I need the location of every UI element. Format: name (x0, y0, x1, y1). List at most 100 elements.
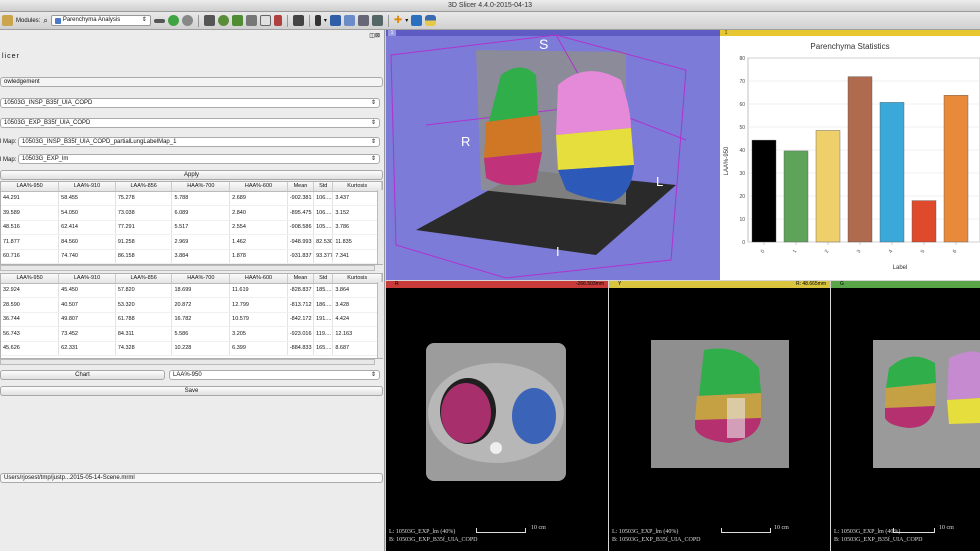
search-icon[interactable]: ⌕ (43, 16, 47, 26)
3d-view[interactable]: 1 S R L I (386, 30, 720, 280)
history-icon[interactable] (153, 18, 165, 23)
slice-offset-yellow: R: 48.665mm (795, 281, 826, 287)
dicom-icon[interactable] (217, 15, 229, 26)
scene-path-field[interactable]: Users/rjosest/tmp/justp...2015-05-14-Sce… (0, 473, 383, 483)
home-icon[interactable] (2, 15, 13, 26)
slice-view-green[interactable]: G L: 10503G_EXP_lm (40%) B: 10503G_EXP_B… (831, 281, 980, 551)
column-header[interactable]: HAA%-600 (229, 274, 288, 284)
table-row[interactable]: 71.877 84.560 91.258 2.969 1.462 -948.993 82.5… (1, 234, 382, 250)
table-cell: -828.837 (287, 283, 315, 298)
table-row[interactable]: 44.291 58.455 75.278 5.788 2.689 -902.381 106.… (1, 191, 382, 206)
column-header[interactable]: LAA%-950 (1, 274, 60, 284)
table-row[interactable]: 45.626 62.331 74.328 10.228 6.399 -884.833 165… (1, 341, 382, 356)
slice-view-yellow[interactable]: Y R: 48.665mm L: 10503G_EXP_lm (40%) B: … (609, 281, 830, 551)
editor-icon[interactable] (259, 15, 271, 26)
stats-table-expiration[interactable]: LAA%-950 LAA%-910 LAA%-856 HAA%-700 HAA%… (0, 273, 383, 359)
chart-view[interactable]: 1 Parenchyma Statistics Label LAA%-950 0… (720, 30, 980, 280)
table-2-vertical-scrollbar[interactable] (377, 282, 384, 358)
layout-icon[interactable] (292, 15, 304, 26)
table-row[interactable]: 36.744 49.807 61.788 16.782 10.579 -842.172 19… (1, 312, 382, 327)
table-row[interactable]: 28.590 40.507 53.320 20.872 12.799 -813.712 18… (1, 297, 382, 313)
column-header[interactable]: Mean (287, 182, 315, 192)
python-icon[interactable] (425, 15, 437, 26)
x-tick-label: 1 (792, 249, 799, 255)
dropdown-arrow-icon[interactable]: ▾ (405, 17, 408, 24)
x-tick-label: 4 (888, 249, 895, 255)
fiducial-icon[interactable]: ✚ (394, 15, 402, 26)
table-cell: 45.450 (58, 283, 116, 298)
x-tick-label: 2 (824, 249, 831, 255)
crosshair-icon[interactable] (314, 15, 321, 26)
stats-table-inspiration[interactable]: LAA%-950 LAA%-910 LAA%-856 HAA%-700 HAA%… (0, 181, 383, 265)
labelmap-1-select[interactable]: 10503G_INSP_B35f_UIA_COPD_partialLungLab… (18, 137, 380, 147)
python-console-icon[interactable] (329, 15, 341, 26)
forward-arrow-icon[interactable] (181, 15, 193, 26)
chevron-updown-icon: ⇕ (370, 139, 376, 145)
acknowledgement-section[interactable]: owledgement (0, 77, 383, 87)
input-volume-2-select[interactable]: 10503G_EXP_B35f_UIA_COPD ⇕ (0, 118, 380, 128)
table-row[interactable]: 39.589 54.050 73.038 6.089 2.840 -895.475 106.… (1, 205, 382, 221)
chart-metric-select[interactable]: LAA%-950 ⇕ (169, 370, 380, 380)
table-row[interactable]: 60.716 74.740 86.158 3.884 1.878 -931.837 93.3… (1, 249, 382, 264)
table-1-horizontal-scrollbar[interactable] (0, 265, 375, 271)
column-header[interactable]: LAA%-950 (1, 182, 60, 192)
panel-dock-icon[interactable]: ◫⊠ (369, 32, 380, 39)
sagittal-ct-image (651, 340, 789, 468)
table-row[interactable]: 48.516 62.414 77.291 5.517 2.554 -908.586 105.… (1, 220, 382, 235)
apply-button[interactable]: Apply (0, 170, 383, 180)
toolbar-separator (387, 14, 389, 27)
column-header[interactable]: HAA%-700 (171, 274, 231, 284)
table-cell: 11.619 (229, 283, 288, 298)
chart-button[interactable]: Chart (0, 370, 165, 380)
table-cell: 3.152 (332, 205, 382, 221)
table-1-vertical-scrollbar[interactable] (377, 190, 384, 264)
slice-controller-red[interactable]: R -266.503mm (386, 281, 608, 288)
table-cell: 82.530 (313, 234, 334, 250)
column-header[interactable]: Kurtosis (332, 274, 382, 284)
back-arrow-icon[interactable] (167, 15, 179, 26)
screenshot-icon[interactable] (343, 15, 355, 26)
pencil-icon[interactable] (273, 15, 282, 26)
column-header[interactable]: Kurtosis (332, 182, 382, 192)
slice-controller-green[interactable]: G (831, 281, 980, 288)
ruler-label-red: 10 cm (531, 525, 546, 531)
table-cell: -884.833 (287, 341, 315, 356)
column-header[interactable]: Mean (287, 274, 315, 284)
column-header[interactable]: LAA%-856 (115, 182, 173, 192)
table-cell: 39.589 (1, 205, 60, 221)
labelmap-2-select[interactable]: 10503G_EXP_lm ⇕ (18, 154, 380, 164)
dropdown-arrow-icon[interactable]: ▾ (324, 17, 327, 24)
stats-table-1: LAA%-950 LAA%-910 LAA%-856 HAA%-700 HAA%… (1, 182, 382, 264)
module-icon (54, 17, 61, 24)
sample-data-icon[interactable] (245, 15, 257, 26)
module-selector[interactable]: Parenchyma Analysis ⇕ (50, 15, 151, 26)
table-cell: 44.291 (1, 191, 60, 206)
column-header[interactable]: Std (313, 274, 334, 284)
transform-icon[interactable] (371, 15, 383, 26)
window-titlebar: 3D Slicer 4.4.0-2015-04-13 (0, 0, 980, 12)
load-data-icon[interactable] (203, 15, 215, 26)
table-cell: 2.969 (171, 234, 231, 250)
table-cell: 12.799 (229, 297, 288, 313)
column-header[interactable]: LAA%-910 (58, 182, 116, 192)
input-volume-1-select[interactable]: 10503G_INSP_B35f_UIA_COPD ⇕ (0, 98, 380, 108)
save-data-icon[interactable] (231, 15, 243, 26)
column-header[interactable]: LAA%-856 (115, 274, 173, 284)
column-header[interactable]: Std (313, 182, 334, 192)
table-row[interactable]: 56.743 73.452 84.311 5.586 3.205 -923.016 119.… (1, 326, 382, 342)
table-cell: 32.924 (1, 283, 60, 298)
x-tick-label: 0 (760, 249, 767, 255)
table-cell: 74.740 (58, 249, 116, 264)
column-header[interactable]: HAA%-600 (229, 182, 288, 192)
extension-icon[interactable] (357, 15, 369, 26)
slice-controller-yellow[interactable]: Y R: 48.665mm (609, 281, 830, 288)
column-header[interactable]: HAA%-700 (171, 182, 231, 192)
save-button[interactable]: Save (0, 386, 383, 396)
extension-manager-icon[interactable] (411, 15, 423, 26)
table-2-horizontal-scrollbar[interactable] (0, 359, 375, 365)
column-header[interactable]: LAA%-910 (58, 274, 116, 284)
scene-path-value: Users/rjosest/tmp/justp...2015-05-14-Sce… (4, 475, 135, 481)
table-row[interactable]: 32.924 45.450 57.820 18.699 11.619 -828.837 18… (1, 283, 382, 298)
slice-view-red[interactable]: R -266.503mm L: 10503G_EXP_lm (40%) B: 1… (386, 281, 608, 551)
ruler-label-green: 10 cm (939, 525, 954, 531)
